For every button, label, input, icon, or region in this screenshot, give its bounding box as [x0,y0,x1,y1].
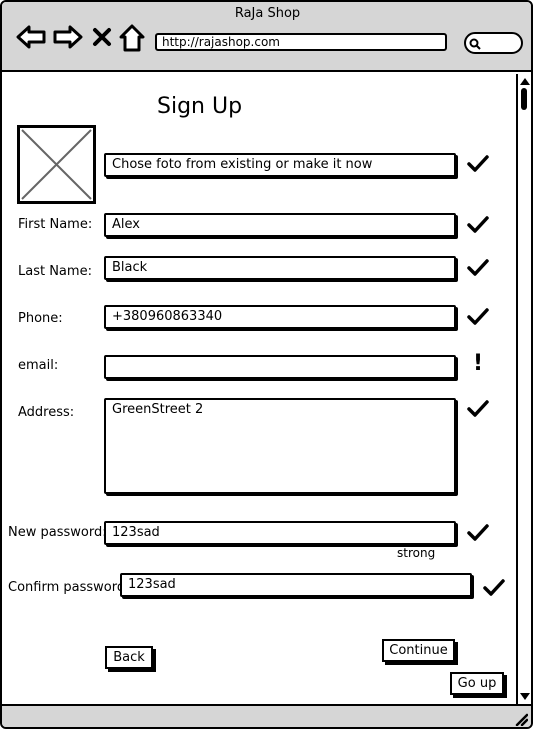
url-bar[interactable]: http://rajashop.com [155,33,447,51]
check-icon [467,400,489,417]
photo-placeholder[interactable] [17,125,96,204]
continue-button[interactable]: Continue [382,639,455,662]
close-icon[interactable] [92,27,112,47]
phone-field[interactable]: +380960863340 [104,305,456,329]
address-field[interactable]: GreenStreet 2 [104,398,456,494]
search-icon [469,38,481,50]
browser-window: RaJa Shop http://rajashop.com Sign Up Ch… [0,0,533,729]
vertical-scrollbar[interactable] [516,74,531,706]
home-icon[interactable] [119,24,145,52]
check-icon [467,216,489,233]
back-button[interactable]: Back [105,646,153,669]
confirm-password-field[interactable]: 123sad [120,573,472,597]
last-name-label: Last Name: [18,264,92,279]
scrollbar-thumb[interactable] [521,88,527,110]
status-bar [2,704,531,727]
scroll-up-icon[interactable] [519,76,531,86]
new-password-label: New password: [8,525,107,540]
new-password-field[interactable]: 123sad [104,521,456,545]
page-title: Sign Up [157,94,243,119]
back-arrow-icon[interactable] [16,24,46,50]
email-label: email: [18,358,59,373]
scroll-down-icon[interactable] [519,692,531,702]
photo-source-field[interactable]: Chose foto from existing or make it now [104,153,456,177]
forward-arrow-icon[interactable] [53,24,83,50]
check-icon [467,524,489,541]
email-field[interactable] [104,355,456,379]
page-content: Sign Up Chose foto from existing or make… [2,72,516,703]
window-title: RaJa Shop [234,6,301,21]
first-name-field[interactable]: Alex [104,213,456,237]
first-name-label: First Name: [18,217,93,232]
confirm-password-label: Confirm password: [8,580,130,595]
browser-search-box[interactable] [464,32,523,54]
browser-titlebar: RaJa Shop http://rajashop.com [2,2,531,72]
check-icon [467,308,489,325]
phone-label: Phone: [18,311,63,326]
last-name-field[interactable]: Black [104,256,456,280]
go-up-button[interactable]: Go up [450,672,504,695]
resize-handle-icon[interactable] [514,712,528,726]
warning-icon: ! [473,351,484,376]
check-icon [467,259,489,276]
check-icon [467,155,489,172]
check-icon [483,579,505,596]
address-label: Address: [18,405,75,420]
password-strength: strong [397,546,436,560]
